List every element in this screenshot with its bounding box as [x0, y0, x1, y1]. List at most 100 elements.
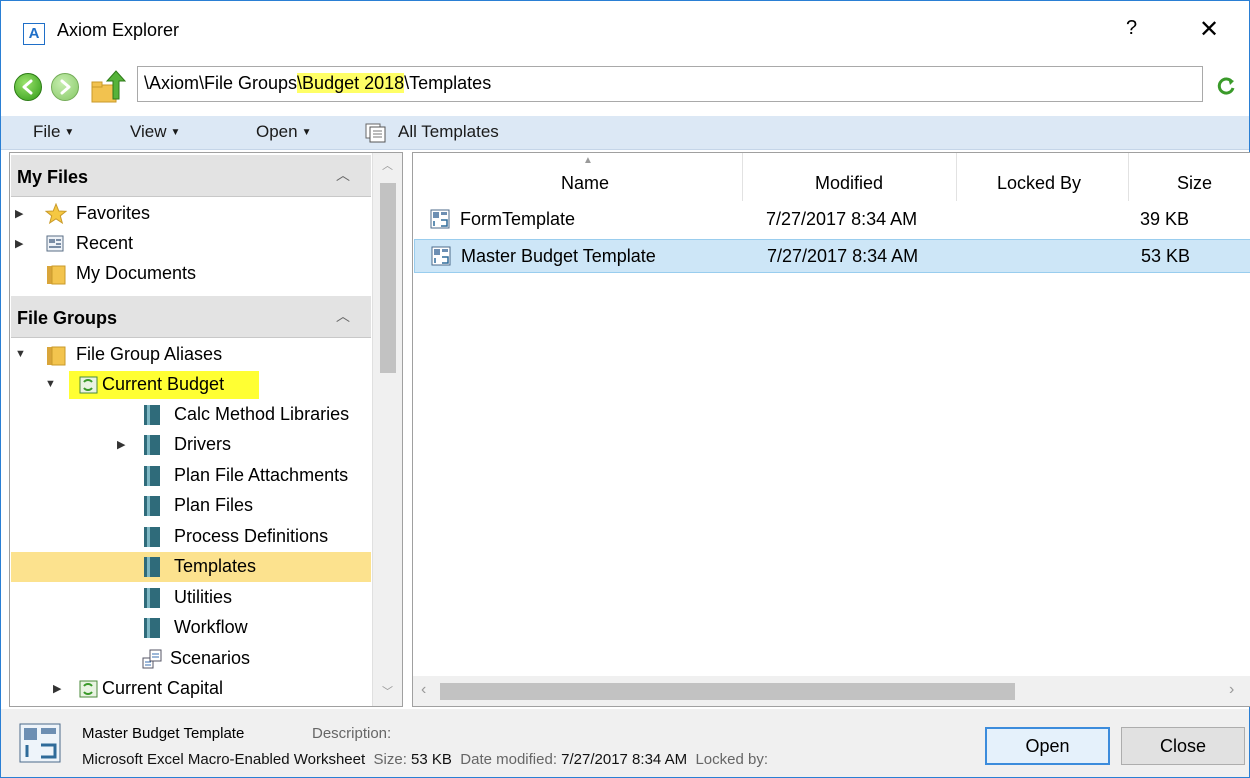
- tree-item-utilities[interactable]: Utilities: [11, 583, 371, 613]
- excel-template-icon: [430, 209, 450, 229]
- folder-icon: [47, 346, 66, 366]
- column-header-label: Modified: [815, 173, 884, 193]
- scrollbar-thumb[interactable]: [380, 183, 396, 373]
- scroll-left-icon[interactable]: ‹: [421, 681, 426, 699]
- tree-item-label: Drivers: [174, 434, 231, 454]
- my-files-header[interactable]: My Files ︿: [11, 155, 371, 197]
- column-header-size[interactable]: Size: [1129, 153, 1250, 201]
- column-header-label: Locked By: [997, 173, 1082, 193]
- book-icon: [144, 588, 160, 608]
- tree-item-file-group-aliases[interactable]: ▼ File Group Aliases: [11, 340, 371, 370]
- title-bar: A Axiom Explorer ? ✕: [1, 1, 1249, 61]
- address-bar: \Axiom\File Groups\Budget 2018\Templates: [1, 61, 1249, 109]
- modified-value: 7/27/2017 8:34 AM: [561, 751, 688, 768]
- scrollbar-thumb[interactable]: [440, 683, 1015, 700]
- scroll-down-icon[interactable]: ﹀: [382, 683, 393, 699]
- file-group-alias-icon: [79, 376, 98, 394]
- close-window-button[interactable]: ✕: [1199, 15, 1219, 44]
- tree-item-current-budget[interactable]: ▼ Current Budget: [11, 370, 371, 400]
- file-groups-header[interactable]: File Groups ︿: [11, 296, 371, 338]
- scroll-right-icon[interactable]: ›: [1229, 681, 1234, 699]
- menu-view[interactable]: View ▼: [130, 122, 180, 142]
- file-row[interactable]: FormTemplate 7/27/2017 8:34 AM 39 KB: [414, 203, 1250, 237]
- app-icon: A: [23, 23, 45, 45]
- tree-item-label: Current Budget: [102, 374, 225, 394]
- column-header-locked-by[interactable]: Locked By: [957, 153, 1129, 201]
- expand-arrow-icon[interactable]: ▶: [15, 237, 23, 250]
- tree-item-label: Scenarios: [170, 648, 251, 668]
- close-button[interactable]: Close: [1121, 727, 1245, 765]
- tree-item-label: File Group Aliases: [76, 344, 223, 364]
- column-header-modified[interactable]: Modified: [743, 153, 957, 201]
- tree-item-current-capital[interactable]: ▶ Current Capital: [11, 674, 371, 704]
- locked-by-label: Locked by:: [695, 751, 768, 768]
- column-header-label: Size: [1177, 173, 1213, 193]
- tree-item-label: Utilities: [174, 587, 233, 607]
- address-path-field[interactable]: \Axiom\File Groups\Budget 2018\Templates: [137, 66, 1203, 102]
- navigation-scrollbar[interactable]: ︿ ﹀: [372, 153, 402, 706]
- excel-template-icon: [431, 246, 451, 266]
- file-modified: 7/27/2017 8:34 AM: [767, 246, 919, 266]
- tree-item-plan-file-attachments[interactable]: Plan File Attachments: [11, 461, 371, 491]
- back-arrow-icon: [22, 79, 33, 95]
- modified-label: Date modified:: [460, 751, 557, 768]
- help-button[interactable]: ?: [1126, 17, 1137, 40]
- refresh-icon[interactable]: [1215, 75, 1237, 97]
- file-size: 53 KB: [1141, 246, 1191, 266]
- axiom-explorer-window: A Axiom Explorer ? ✕ \Axiom\File Groups\…: [0, 0, 1250, 778]
- recent-icon: [46, 235, 64, 252]
- tree-item-drivers[interactable]: ▶ Drivers: [11, 430, 371, 460]
- tree-item-label: Plan File Attachments: [174, 465, 349, 485]
- menu-file[interactable]: File ▼: [33, 122, 74, 142]
- book-icon: [144, 435, 160, 455]
- tree-item-label: Process Definitions: [174, 526, 329, 546]
- expand-arrow-icon[interactable]: ▶: [53, 682, 61, 695]
- selected-file-name: Master Budget Template: [82, 725, 245, 742]
- collapse-arrow-icon[interactable]: ▼: [45, 378, 56, 390]
- tree-item-scenarios[interactable]: Scenarios: [11, 644, 371, 674]
- tree-item-favorites[interactable]: ▶ Favorites: [11, 199, 371, 229]
- expand-arrow-icon[interactable]: ▶: [117, 438, 125, 451]
- tree-item-my-documents[interactable]: My Documents: [11, 259, 371, 289]
- tree-item-workflow[interactable]: Workflow: [11, 613, 371, 643]
- tree-item-calc-method-libraries[interactable]: Calc Method Libraries: [11, 400, 371, 430]
- column-header-name[interactable]: ▲ Name: [413, 153, 743, 201]
- forward-button[interactable]: [51, 73, 79, 101]
- collapse-arrow-icon[interactable]: ▼: [15, 348, 26, 360]
- book-icon: [144, 527, 160, 547]
- caret-down-icon: ▼: [64, 127, 75, 138]
- file-row[interactable]: Master Budget Template 7/27/2017 8:34 AM…: [414, 239, 1250, 273]
- details-pane: Master Budget Template Description: Micr…: [1, 709, 1249, 777]
- tree-item-label: Calc Method Libraries: [174, 404, 350, 424]
- all-templates-button[interactable]: All Templates: [398, 122, 499, 142]
- chevron-up-icon[interactable]: ︿: [336, 306, 350, 326]
- expand-arrow-icon[interactable]: ▶: [15, 207, 23, 220]
- tree-item-templates[interactable]: Templates: [11, 552, 371, 582]
- tree-item-label: My Documents: [76, 263, 197, 283]
- back-button[interactable]: [14, 73, 42, 101]
- path-segment-tail: \Templates: [404, 73, 492, 93]
- book-icon: [144, 618, 160, 638]
- file-name: Master Budget Template: [461, 246, 656, 266]
- scroll-up-icon[interactable]: ︿: [382, 157, 393, 173]
- scenarios-icon: [142, 649, 162, 669]
- file-groups-title: File Groups: [17, 308, 118, 328]
- my-files-title: My Files: [17, 167, 89, 187]
- tree-item-label: Recent: [76, 233, 134, 253]
- open-button[interactable]: Open: [985, 727, 1110, 765]
- tree-item-process-definitions[interactable]: Process Definitions: [11, 522, 371, 552]
- tree-item-label: Workflow: [174, 617, 248, 637]
- book-icon: [144, 466, 160, 486]
- chevron-up-icon[interactable]: ︿: [336, 165, 350, 185]
- book-icon: [144, 496, 160, 516]
- forward-arrow-icon: [60, 79, 71, 95]
- tree-item-plan-files[interactable]: Plan Files: [11, 491, 371, 521]
- file-list-horizontal-scrollbar[interactable]: ‹ ›: [413, 676, 1250, 706]
- caret-down-icon: ▼: [170, 127, 181, 138]
- tree-item-recent[interactable]: ▶ Recent: [11, 229, 371, 259]
- tree-item-label: Current Capital: [102, 678, 224, 698]
- up-folder-icon[interactable]: [89, 69, 127, 105]
- column-header-label: Name: [561, 173, 610, 193]
- sort-ascending-icon: ▲: [583, 155, 593, 166]
- menu-open[interactable]: Open ▼: [256, 122, 312, 142]
